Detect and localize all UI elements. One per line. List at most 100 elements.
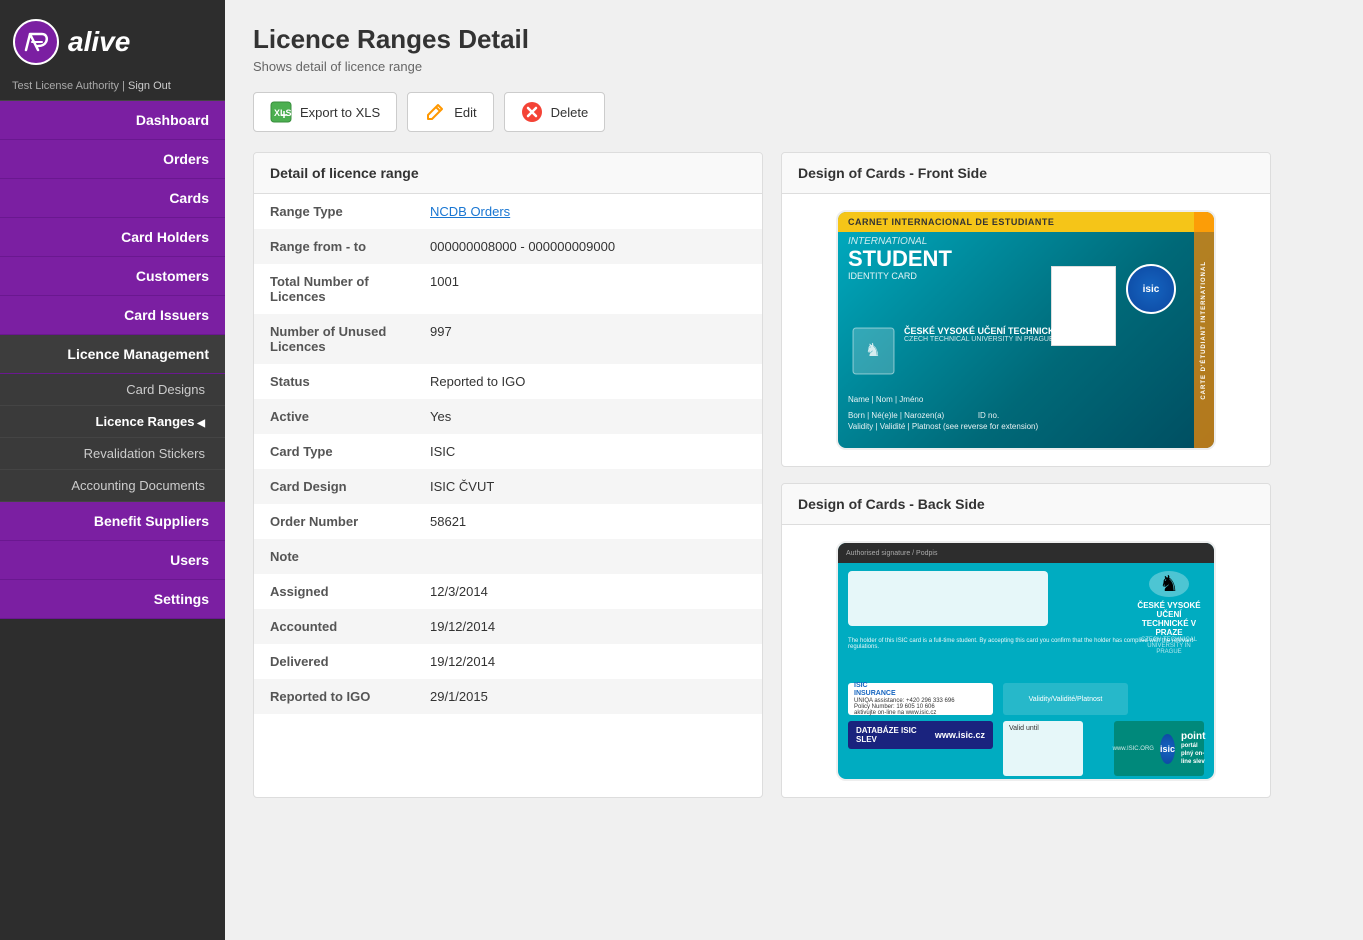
isic-card-front: CARNET INTERNACIONAL DE ESTUDIANTE CARTE… xyxy=(836,210,1216,450)
logo-area: alive xyxy=(0,0,225,76)
detail-label: Range Type xyxy=(254,194,414,229)
valid-until-box: Valid until xyxy=(1003,721,1083,776)
detail-label: Assigned xyxy=(254,574,414,609)
sidebar-item-cardholders[interactable]: Card Holders xyxy=(0,218,225,257)
page-subtitle: Shows detail of licence range xyxy=(253,59,1335,74)
delete-button[interactable]: Delete xyxy=(504,92,606,132)
page-title: Licence Ranges Detail xyxy=(253,24,1335,55)
detail-value: NCDB Orders xyxy=(414,194,762,229)
card-back-body: Authorised signature / Podpis ♞ ČESKÉ VY… xyxy=(782,525,1270,797)
lion-icon: ♞ xyxy=(1149,571,1189,597)
isic-card-back: Authorised signature / Podpis ♞ ČESKÉ VY… xyxy=(836,541,1216,781)
back-uni-name: ČESKÉ VYSOKÉ UČENÍTECHNICKÉ V PRAZE xyxy=(1134,601,1204,637)
card-front-panel: Design of Cards - Front Side CARNET INTE… xyxy=(781,152,1271,467)
sidebar-sub-revalidation[interactable]: Revalidation Stickers xyxy=(0,438,225,470)
signature-box xyxy=(848,571,1048,626)
detail-panel-title: Detail of licence range xyxy=(254,153,762,194)
detail-label: Accounted xyxy=(254,609,414,644)
detail-label: Range from - to xyxy=(254,229,414,264)
isic-url: www.ISIC.ORG xyxy=(1113,746,1154,752)
signout-link[interactable]: Sign Out xyxy=(128,80,171,92)
delete-icon xyxy=(521,101,543,123)
field-validity: Validity | Validité | Platnost (see reve… xyxy=(848,422,1186,431)
insurance-strip: ISICINSURANCE UNIQA assistance: +420 296… xyxy=(848,683,993,715)
database-strip: DATABÁZE ISIC SLEV www.isic.cz xyxy=(848,721,993,749)
uni-heraldic-icon: ♞ xyxy=(848,326,898,376)
card-main-content: INTERNATIONAL STUDENT IDENTITY CARD isic… xyxy=(848,236,1186,438)
back-small-text: The holder of this ISIC card is a full-t… xyxy=(848,638,1204,650)
export-xls-label: Export to XLS xyxy=(300,105,380,120)
detail-label: Note xyxy=(254,539,414,574)
detail-value: 997 xyxy=(414,314,762,364)
sidebar-item-orders[interactable]: Orders xyxy=(0,140,225,179)
sidebar-item-customers[interactable]: Customers xyxy=(0,257,225,296)
insurance-url: aktivujte on-line na www.isic.cz xyxy=(854,710,955,716)
card-front-title: Design of Cards - Front Side xyxy=(782,153,1270,194)
sidebar-sub-licence-ranges[interactable]: Licence Ranges xyxy=(0,406,225,438)
isic-point-box: www.ISIC.ORG isic point portál plný on-l… xyxy=(1114,721,1204,776)
card-bottom-fields: Name | Nom | Jméno Born | Né(e)le | Naro… xyxy=(848,395,1186,433)
sidebar-item-dashboard[interactable]: Dashboard xyxy=(0,101,225,140)
card-back-title: Design of Cards - Back Side xyxy=(782,484,1270,525)
edit-button[interactable]: Edit xyxy=(407,92,493,132)
edit-label: Edit xyxy=(454,105,476,120)
insurance-info: ISICINSURANCE UNIQA assistance: +420 296… xyxy=(854,682,955,717)
detail-value: 000000008000 - 000000009000 xyxy=(414,229,762,264)
card-front-body: CARNET INTERNACIONAL DE ESTUDIANTE CARTE… xyxy=(782,194,1270,466)
main-content: Licence Ranges Detail Shows detail of li… xyxy=(225,0,1363,940)
student-title: STUDENT xyxy=(848,247,1186,271)
valid-label: Validity/Validité/Platnost xyxy=(1029,696,1103,703)
uni-name-en: CZECH TECHNICAL UNIVERSITY IN PRAGUE xyxy=(904,336,1102,343)
back-top-text: Authorised signature / Podpis xyxy=(846,550,937,557)
export-xls-button[interactable]: XLS Export to XLS xyxy=(253,92,397,132)
detail-label: Reported to IGO xyxy=(254,679,414,714)
sidebar: alive Test License Authority | Sign Out … xyxy=(0,0,225,940)
detail-label: Number of Unused Licences xyxy=(254,314,414,364)
database-label: DATABÁZE ISIC SLEV xyxy=(856,726,929,744)
detail-value: 12/3/2014 xyxy=(414,574,762,609)
valid-box: Validity/Validité/Platnost xyxy=(1003,683,1128,715)
detail-table: Range Type NCDB Orders Range from - to0000… xyxy=(254,194,762,714)
sidebar-item-licence-management[interactable]: Licence Management xyxy=(0,335,225,374)
sidebar-item-users[interactable]: Users xyxy=(0,541,225,580)
detail-value xyxy=(414,539,762,574)
detail-value: 58621 xyxy=(414,504,762,539)
uni-name-cz: ČESKÉ VYSOKÉ UČENÍ TECHNICKÉ V PRAZE xyxy=(904,326,1102,336)
cards-column: Design of Cards - Front Side CARNET INTE… xyxy=(781,152,1271,798)
isic-point-label: portál plný on-line slev xyxy=(1181,743,1205,766)
field-name: Name | Nom | Jméno xyxy=(848,395,1186,404)
back-middle-text: The holder of this ISIC card is a full-t… xyxy=(848,638,1204,650)
card-back-panel: Design of Cards - Back Side Authorised s… xyxy=(781,483,1271,798)
database-url: www.isic.cz xyxy=(935,730,985,740)
field-id: ID no. xyxy=(978,411,999,420)
sidebar-sub-card-designs[interactable]: Card Designs xyxy=(0,374,225,406)
xls-icon: XLS xyxy=(270,101,292,123)
sidebar-sub-accounting[interactable]: Accounting Documents xyxy=(0,470,225,502)
detail-panel: Detail of licence range Range Type NCDB O… xyxy=(253,152,763,798)
detail-label: Card Type xyxy=(254,434,414,469)
sidebar-item-settings[interactable]: Settings xyxy=(0,580,225,619)
sidebar-item-cards[interactable]: Cards xyxy=(0,179,225,218)
logo-text: alive xyxy=(68,26,130,58)
alive-logo-icon xyxy=(12,18,60,66)
auth-user: Test License Authority xyxy=(12,80,119,92)
detail-value: 1001 xyxy=(414,264,762,314)
auth-info: Test License Authority | Sign Out xyxy=(0,76,225,101)
card-top-bar: CARNET INTERNACIONAL DE ESTUDIANTE xyxy=(838,212,1214,232)
back-top-bar: Authorised signature / Podpis xyxy=(838,543,1214,563)
detail-label: Total Number of Licences xyxy=(254,264,414,314)
university-info: ČESKÉ VYSOKÉ UČENÍ TECHNICKÉ V PRAZE CZE… xyxy=(904,326,1102,343)
detail-value: 19/12/2014 xyxy=(414,609,762,644)
signature-label xyxy=(848,571,1048,577)
detail-label: Order Number xyxy=(254,504,414,539)
top-bar-text: CARNET INTERNACIONAL DE ESTUDIANTE xyxy=(848,217,1054,227)
detail-value: 19/12/2014 xyxy=(414,644,762,679)
isic-globe: isic xyxy=(1160,734,1175,764)
svg-text:XLS: XLS xyxy=(274,108,292,118)
detail-value-link[interactable]: NCDB Orders xyxy=(430,204,510,219)
sidebar-item-benefit-suppliers[interactable]: Benefit Suppliers xyxy=(0,502,225,541)
toolbar: XLS Export to XLS Edit Dele xyxy=(253,92,1335,132)
sidebar-item-cardissuers[interactable]: Card Issuers xyxy=(0,296,225,335)
detail-value: 29/1/2015 xyxy=(414,679,762,714)
detail-label: Delivered xyxy=(254,644,414,679)
